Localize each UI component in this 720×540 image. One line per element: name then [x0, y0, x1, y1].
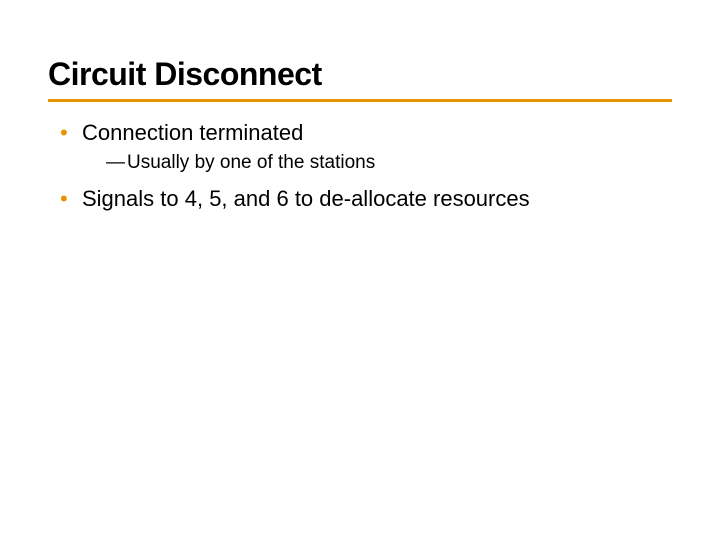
bullet-text: Connection terminated	[82, 120, 303, 145]
title-underline	[48, 99, 672, 102]
bullet-list: Connection terminated —Usually by one of…	[48, 120, 672, 212]
slide-title: Circuit Disconnect	[48, 56, 672, 93]
em-dash-icon: —	[106, 152, 125, 174]
bullet-item: Signals to 4, 5, and 6 to de-allocate re…	[48, 186, 672, 212]
bullet-text: Signals to 4, 5, and 6 to de-allocate re…	[82, 186, 530, 211]
bullet-item: Connection terminated	[48, 120, 672, 146]
sub-bullet-text: Usually by one of the stations	[127, 152, 375, 173]
sub-bullet-item: —Usually by one of the stations	[48, 152, 672, 174]
